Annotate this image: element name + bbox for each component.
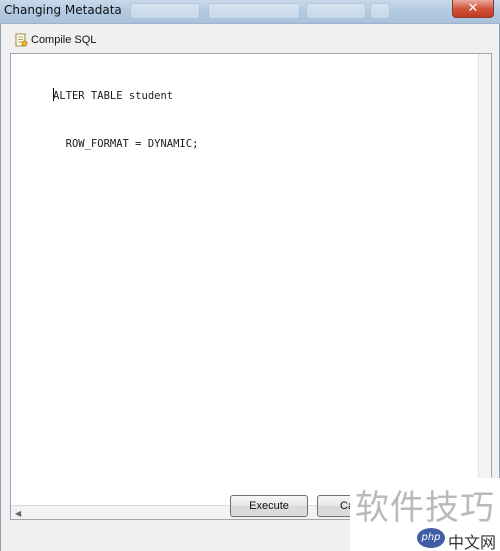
window-title: Changing Metadata: [4, 3, 122, 17]
compile-sql-label: Compile SQL: [31, 34, 97, 46]
close-button[interactable]: ✕: [452, 0, 494, 18]
execute-button[interactable]: Execute: [230, 495, 308, 517]
compile-sql-icon: [15, 33, 28, 47]
sql-editor[interactable]: ALTER TABLE student ROW_FORMAT = DYNAMIC…: [10, 53, 492, 520]
watermark-site: 中文网: [448, 533, 497, 551]
dialog-body: Compile SQL ALTER TABLE student ROW_FORM…: [0, 24, 500, 551]
background-tab: [130, 3, 200, 19]
close-icon: ✕: [467, 1, 479, 16]
php-logo: php: [417, 528, 445, 548]
watermark: 软件技巧 php 中文网: [350, 478, 500, 551]
code-line: ROW_FORMAT = DYNAMIC;: [53, 138, 199, 150]
toolbar: Compile SQL: [5, 27, 495, 51]
title-bar: Changing Metadata ✕: [0, 0, 500, 24]
editor-gutter: [11, 54, 51, 506]
sql-code[interactable]: ALTER TABLE student ROW_FORMAT = DYNAMIC…: [53, 56, 477, 184]
background-tab: [306, 3, 366, 19]
compile-sql-button[interactable]: Compile SQL: [11, 30, 100, 50]
code-line: ALTER TABLE student: [53, 88, 174, 102]
scroll-left-icon[interactable]: ◀: [15, 509, 21, 518]
watermark-text: 软件技巧: [355, 488, 495, 528]
vertical-scrollbar[interactable]: [478, 54, 491, 506]
background-tab: [208, 3, 300, 19]
background-tab: [370, 3, 390, 19]
